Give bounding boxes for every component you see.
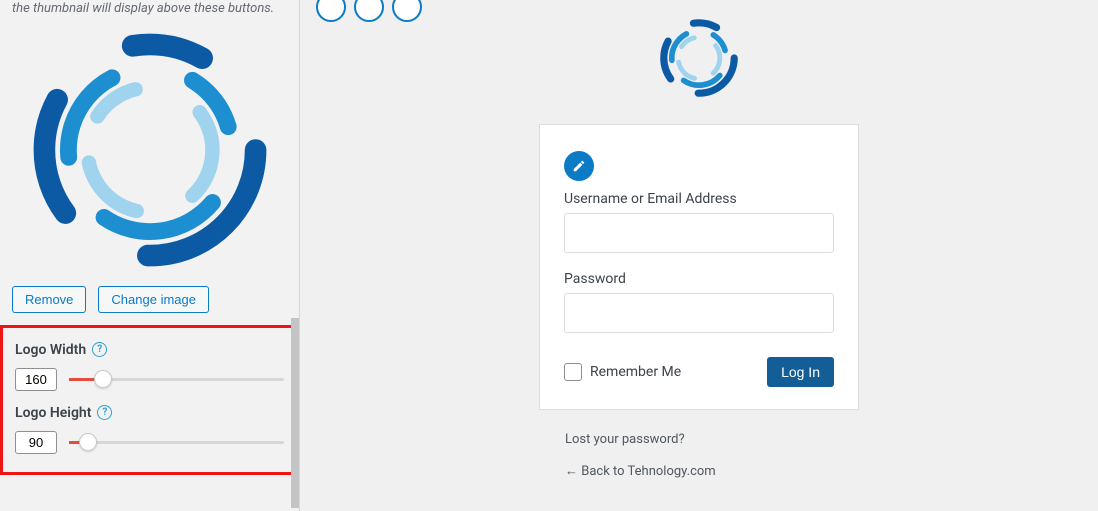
login-form: Username or Email Address Password Remem… [539,124,859,410]
remove-button[interactable]: Remove [12,286,86,313]
logo-ring-icon [656,18,742,98]
logo-ring-icon [30,30,270,270]
logo-height-label: Logo Height ? [15,405,284,421]
preview-badge-icon[interactable] [392,0,422,22]
logo-thumbnail [12,24,287,284]
lost-password-link[interactable]: Lost your password? [565,432,853,447]
pencil-icon [572,159,586,173]
logo-width-input[interactable] [15,368,57,391]
preview-badge-icon[interactable] [316,0,346,22]
logo-height-control [15,431,284,454]
logo-width-label: Logo Width ? [15,342,284,358]
login-button[interactable]: Log In [767,357,834,387]
helper-text: the thumbnail will display above these b… [12,0,287,24]
help-icon[interactable]: ? [97,405,112,420]
username-input[interactable] [564,213,834,253]
logo-width-control [15,368,284,391]
login-links: Lost your password? ← Back to Tehnology.… [539,410,859,495]
login-page: Username or Email Address Password Remem… [539,18,859,495]
back-to-site-link[interactable]: ← Back to Tehnology.com [565,463,853,479]
preview-pane: Username or Email Address Password Remem… [300,0,1098,511]
thumbnail-actions: Remove Change image [12,284,287,325]
remember-me-label[interactable]: Remember Me [564,363,681,381]
logo-height-input[interactable] [15,431,57,454]
preview-badge-icon[interactable] [354,0,384,22]
change-image-button[interactable]: Change image [98,286,209,313]
customizer-panel: the thumbnail will display above these b… [0,0,300,511]
help-icon[interactable]: ? [92,342,107,357]
username-label: Username or Email Address [564,191,834,207]
password-input[interactable] [564,293,834,333]
logo-width-slider[interactable] [69,370,284,388]
logo-height-slider[interactable] [69,433,284,451]
login-logo [656,18,742,102]
preview-badges [316,0,422,22]
logo-size-controls: Logo Width ? Logo Height ? [0,325,299,475]
remember-me-checkbox[interactable] [564,363,582,381]
password-label: Password [564,271,834,287]
edit-shortcut-button[interactable] [564,151,594,181]
